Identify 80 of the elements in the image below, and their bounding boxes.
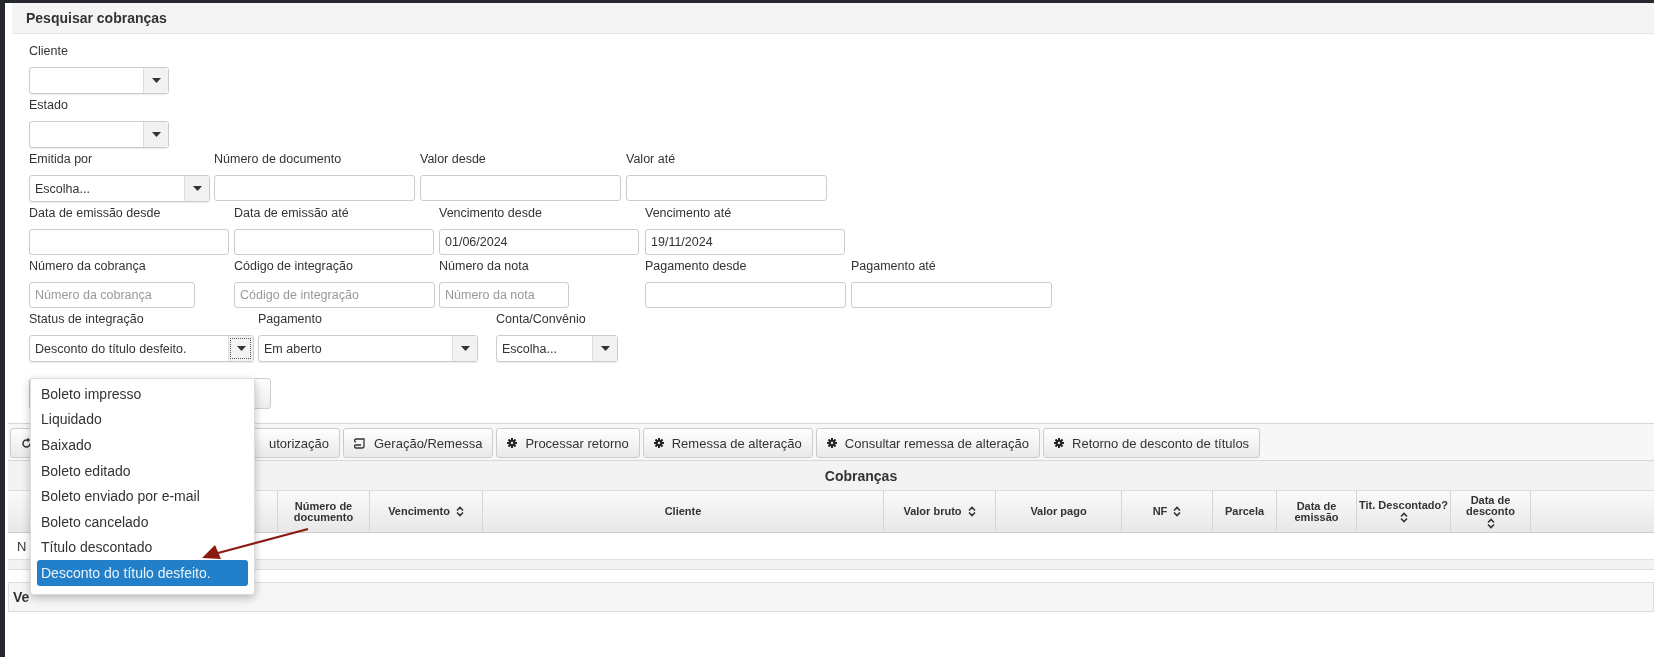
sort-icon[interactable] bbox=[1173, 506, 1182, 517]
input-field[interactable] bbox=[851, 282, 1052, 308]
table-header-cell: Parcela bbox=[1213, 491, 1277, 533]
field-label: Data de emissão desde bbox=[29, 206, 162, 221]
input-field[interactable] bbox=[214, 175, 415, 201]
field-label: Pagamento até bbox=[851, 259, 937, 274]
gear-icon bbox=[826, 438, 837, 448]
select-field[interactable]: Desconto do título desfeito. bbox=[29, 335, 254, 362]
select-field[interactable]: Escolha... bbox=[496, 335, 618, 362]
table-header-cell[interactable]: Tit. Descontado? bbox=[1357, 491, 1451, 533]
gear-icon bbox=[507, 438, 518, 448]
dropdown-option[interactable]: Boleto editado bbox=[37, 457, 248, 484]
table-header-cell[interactable]: Vencimento bbox=[370, 491, 483, 533]
caret-icon bbox=[151, 78, 161, 83]
dropdown-option[interactable]: Título descontado bbox=[37, 534, 248, 561]
field-label: Cliente bbox=[29, 44, 69, 59]
field-label: Estado bbox=[29, 98, 69, 113]
table-title: Cobranças bbox=[823, 467, 898, 484]
input-field[interactable] bbox=[626, 175, 827, 201]
input-field[interactable] bbox=[645, 282, 846, 308]
input-field[interactable] bbox=[420, 175, 621, 201]
scroll-icon bbox=[354, 437, 366, 449]
input-field[interactable]: 01/06/2024 bbox=[439, 229, 639, 255]
dropdown-option[interactable]: Desconto do título desfeito. bbox=[37, 560, 248, 586]
select-field[interactable]: Escolha... bbox=[29, 175, 210, 202]
input-field[interactable]: 19/11/2024 bbox=[645, 229, 845, 255]
field-label: Status de integração bbox=[29, 312, 145, 327]
field-label: Emitida por bbox=[29, 152, 94, 167]
toolbar-button[interactable]: Retorno de desconto de títulos bbox=[1043, 428, 1261, 458]
input-field[interactable]: Número da nota bbox=[439, 282, 569, 308]
field-label: Vencimento até bbox=[645, 206, 733, 221]
panel-title: Pesquisar cobranças bbox=[25, 10, 167, 26]
gear-icon bbox=[653, 438, 664, 448]
field-label: Valor desde bbox=[420, 152, 487, 167]
panel-title: Ve bbox=[12, 589, 30, 605]
table-header-cell: Número de documento bbox=[278, 491, 370, 533]
table-header-cell: Cliente bbox=[483, 491, 884, 533]
input-field[interactable]: Código de integração bbox=[234, 282, 435, 308]
toolbar-button[interactable]: Consultar remessa de alteração bbox=[815, 428, 1041, 458]
caret-icon bbox=[192, 186, 202, 191]
field-label: Conta/Convênio bbox=[496, 312, 587, 327]
select-field[interactable] bbox=[29, 67, 169, 94]
field-label: Pagamento desde bbox=[645, 259, 748, 274]
field-label: Vencimento desde bbox=[439, 206, 543, 221]
sort-icon[interactable] bbox=[455, 506, 464, 517]
toolbar-button[interactable]: Geração/Remessa bbox=[343, 428, 494, 458]
field-label: Pagamento bbox=[258, 312, 323, 327]
select-field[interactable] bbox=[29, 121, 169, 148]
field-label: Data de emissão até bbox=[234, 206, 350, 221]
dropdown-option[interactable]: Baixado bbox=[37, 432, 248, 458]
select-field[interactable]: Em aberto bbox=[258, 335, 478, 362]
table-header-cell[interactable]: NF bbox=[1122, 491, 1213, 533]
caret-icon bbox=[460, 346, 470, 351]
caret-icon bbox=[600, 346, 610, 351]
sort-icon[interactable] bbox=[1399, 512, 1408, 523]
refresh-icon bbox=[21, 437, 32, 449]
input-field[interactable]: Número da cobrança bbox=[29, 282, 195, 308]
gear-icon bbox=[1054, 438, 1065, 448]
dropdown-option[interactable]: Liquidado bbox=[37, 406, 248, 433]
table-header-cell: Data de emissão bbox=[1277, 491, 1357, 533]
input-field[interactable] bbox=[29, 229, 229, 255]
dropdown-option[interactable]: Boleto impresso bbox=[37, 381, 248, 407]
toolbar-button[interactable]: Remessa de alteração bbox=[642, 428, 813, 458]
table-header-cell[interactable]: Valor bruto bbox=[884, 491, 996, 533]
dropdown-option[interactable]: Boleto enviado por e-mail bbox=[37, 483, 248, 509]
table-cell-text: N bbox=[16, 538, 27, 554]
caret-icon bbox=[236, 346, 246, 351]
caret-icon bbox=[151, 132, 161, 137]
table-header-cell[interactable]: Data de desconto bbox=[1451, 491, 1531, 533]
field-label: Valor até bbox=[626, 152, 677, 167]
dropdown-option[interactable]: Boleto cancelado bbox=[37, 508, 248, 535]
field-label: Número da nota bbox=[439, 259, 530, 274]
input-field[interactable] bbox=[234, 229, 434, 255]
sort-icon[interactable] bbox=[967, 506, 976, 517]
sort-icon[interactable] bbox=[1486, 517, 1495, 529]
table-header-cell: Valor pago bbox=[996, 491, 1122, 533]
field-label: Número da cobrança bbox=[29, 259, 147, 274]
field-label: Número de documento bbox=[214, 152, 343, 167]
toolbar-button[interactable]: Processar retorno bbox=[496, 428, 640, 458]
field-label: Código de integração bbox=[234, 259, 354, 274]
